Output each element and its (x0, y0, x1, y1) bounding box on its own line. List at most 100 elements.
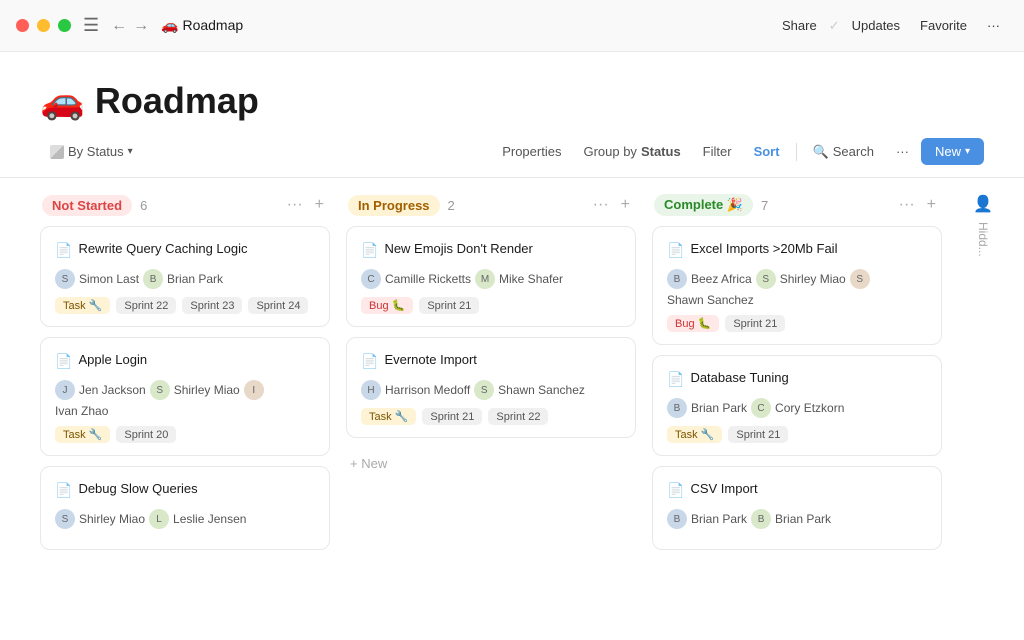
card-tag: Task 🔧 (667, 426, 722, 443)
back-button[interactable]: ← (111, 17, 127, 35)
card[interactable]: 📄Debug Slow QueriesSShirley MiaoLLeslie … (40, 466, 330, 550)
new-item-row[interactable]: + New (346, 448, 636, 479)
favorite-button[interactable]: Favorite (912, 14, 975, 37)
group-by-button[interactable]: Group by Status (573, 139, 690, 164)
card-tags: Task 🔧Sprint 21Sprint 22 (361, 408, 621, 425)
board: Not Started6···+ 📄Rewrite Query Caching L… (0, 178, 1024, 616)
document-icon: 📄 (55, 353, 72, 370)
document-icon: 📄 (361, 242, 378, 259)
card[interactable]: 📄Rewrite Query Caching LogicSSimon LastB… (40, 226, 330, 327)
new-chevron-icon: ▾ (965, 146, 970, 157)
card[interactable]: 📄Database TuningBBrian ParkCCory Etzkorn… (652, 355, 942, 456)
card-assignees: SShirley MiaoLLeslie Jensen (55, 509, 315, 529)
column-label-complete: Complete 🎉 (654, 194, 753, 216)
card-tags: Task 🔧Sprint 22Sprint 23Sprint 24 (55, 297, 315, 314)
avatar: S (850, 269, 870, 289)
more-button[interactable]: ··· (979, 14, 1008, 37)
card-title: 📄 New Emojis Don't Render (361, 241, 621, 259)
column-add-button-in-progress[interactable]: + (617, 194, 634, 216)
avatar: B (667, 398, 687, 418)
toolbar-right: Properties Group by Status Filter Sort 🔍… (492, 138, 984, 165)
avatar: B (667, 509, 687, 529)
page-emoji: 🚗 (40, 80, 85, 122)
search-icon: 🔍 (813, 144, 829, 160)
avatar: I (244, 380, 264, 400)
card[interactable]: 📄 New Emojis Don't Render CCamille Rickett… (346, 226, 636, 327)
hidden-column: 👤Hidd... (958, 194, 1008, 600)
card-title-text: Apple Login (78, 352, 147, 367)
card-title: 📄Rewrite Query Caching Logic (55, 241, 315, 259)
document-icon: 📄 (667, 371, 684, 388)
card-title-text: CSV Import (690, 481, 757, 496)
by-status-label: By Status (68, 144, 124, 159)
card-assignees: BBrian ParkCCory Etzkorn (667, 398, 927, 418)
document-icon: 📄 (55, 482, 72, 499)
assignee-name: Camille Ricketts (385, 272, 471, 286)
toolbar: By Status ▾ Properties Group by Status F… (0, 138, 1024, 178)
assignee-name: Shirley Miao (79, 512, 145, 526)
card[interactable]: 📄Excel Imports >20Mb FailBBeez AfricaSSh… (652, 226, 942, 345)
card[interactable]: 📄CSV ImportBBrian ParkBBrian Park (652, 466, 942, 550)
column-header-complete: Complete 🎉7···+ (652, 194, 942, 216)
avatar: S (756, 269, 776, 289)
assignee-name: Brian Park (691, 512, 747, 526)
updates-button[interactable]: Updates (844, 14, 908, 37)
card-assignees: CCamille RickettsMMike Shafer (361, 269, 621, 289)
card-title: 📄Debug Slow Queries (55, 481, 315, 499)
avatar: S (474, 380, 494, 400)
chevron-down-icon: ▾ (128, 146, 133, 157)
titlebar-actions: Share ✓ Updates Favorite ··· (774, 14, 1008, 37)
group-by-label: Group by (583, 144, 636, 159)
nav-arrows: ← → (111, 17, 149, 35)
column-more-button-complete[interactable]: ··· (895, 194, 919, 216)
card-tag: Sprint 21 (728, 426, 788, 443)
avatar: B (751, 509, 771, 529)
forward-button[interactable]: → (133, 17, 149, 35)
properties-button[interactable]: Properties (492, 139, 571, 164)
card-tag: Sprint 22 (116, 297, 176, 314)
by-status-button[interactable]: By Status ▾ (40, 139, 143, 164)
window-controls (16, 19, 71, 32)
toolbar-left: By Status ▾ (40, 139, 143, 164)
document-icon: 📄 (361, 353, 378, 370)
card-assignees: BBrian ParkBBrian Park (667, 509, 927, 529)
search-button[interactable]: 🔍 Search (803, 139, 884, 165)
new-button[interactable]: New ▾ (921, 138, 984, 165)
maximize-button[interactable] (58, 19, 71, 32)
assignee-name: Harrison Medoff (385, 383, 470, 397)
column-header-not-started: Not Started6···+ (40, 194, 330, 216)
card-title-text: Excel Imports >20Mb Fail (690, 241, 837, 256)
column-add-button-not-started[interactable]: + (311, 194, 328, 216)
minimize-button[interactable] (37, 19, 50, 32)
column-count-in-progress: 2 (448, 198, 455, 213)
column-more-button-not-started[interactable]: ··· (283, 194, 307, 216)
page-title: 🚗 Roadmap (40, 80, 984, 122)
column-label-in-progress: In Progress (348, 195, 440, 216)
share-button[interactable]: Share (774, 14, 825, 37)
avatar: L (149, 509, 169, 529)
hamburger-icon[interactable]: ☰ (83, 15, 99, 36)
sort-button[interactable]: Sort (744, 139, 790, 164)
column-add-button-complete[interactable]: + (923, 194, 940, 216)
close-button[interactable] (16, 19, 29, 32)
assignee-name: Cory Etzkorn (775, 401, 844, 415)
avatar: C (751, 398, 771, 418)
assignee-name: Shawn Sanchez (498, 383, 585, 397)
toolbar-more-button[interactable]: ··· (886, 139, 919, 164)
card[interactable]: 📄Apple LoginJJen JacksonSShirley MiaoIIv… (40, 337, 330, 456)
column-more-button-in-progress[interactable]: ··· (589, 194, 613, 216)
card-tag: Sprint 22 (488, 408, 548, 425)
card-tag: Task 🔧 (55, 297, 110, 314)
card[interactable]: 📄Evernote ImportHHarrison MedoffSShawn S… (346, 337, 636, 438)
page-title-text: Roadmap (95, 80, 259, 122)
group-by-status: Status (641, 144, 681, 159)
titlebar: ☰ ← → 🚗 Roadmap Share ✓ Updates Favorite… (0, 0, 1024, 52)
card-title-text: New Emojis Don't Render (384, 241, 532, 256)
card-title: 📄Database Tuning (667, 370, 927, 388)
assignee-name: Shawn Sanchez (667, 293, 754, 307)
card-tag: Sprint 21 (422, 408, 482, 425)
hidden-column-label: Hidd... (976, 222, 990, 257)
avatar: B (667, 269, 687, 289)
filter-button[interactable]: Filter (693, 139, 742, 164)
card-tags: Bug 🐛Sprint 21 (361, 297, 621, 314)
